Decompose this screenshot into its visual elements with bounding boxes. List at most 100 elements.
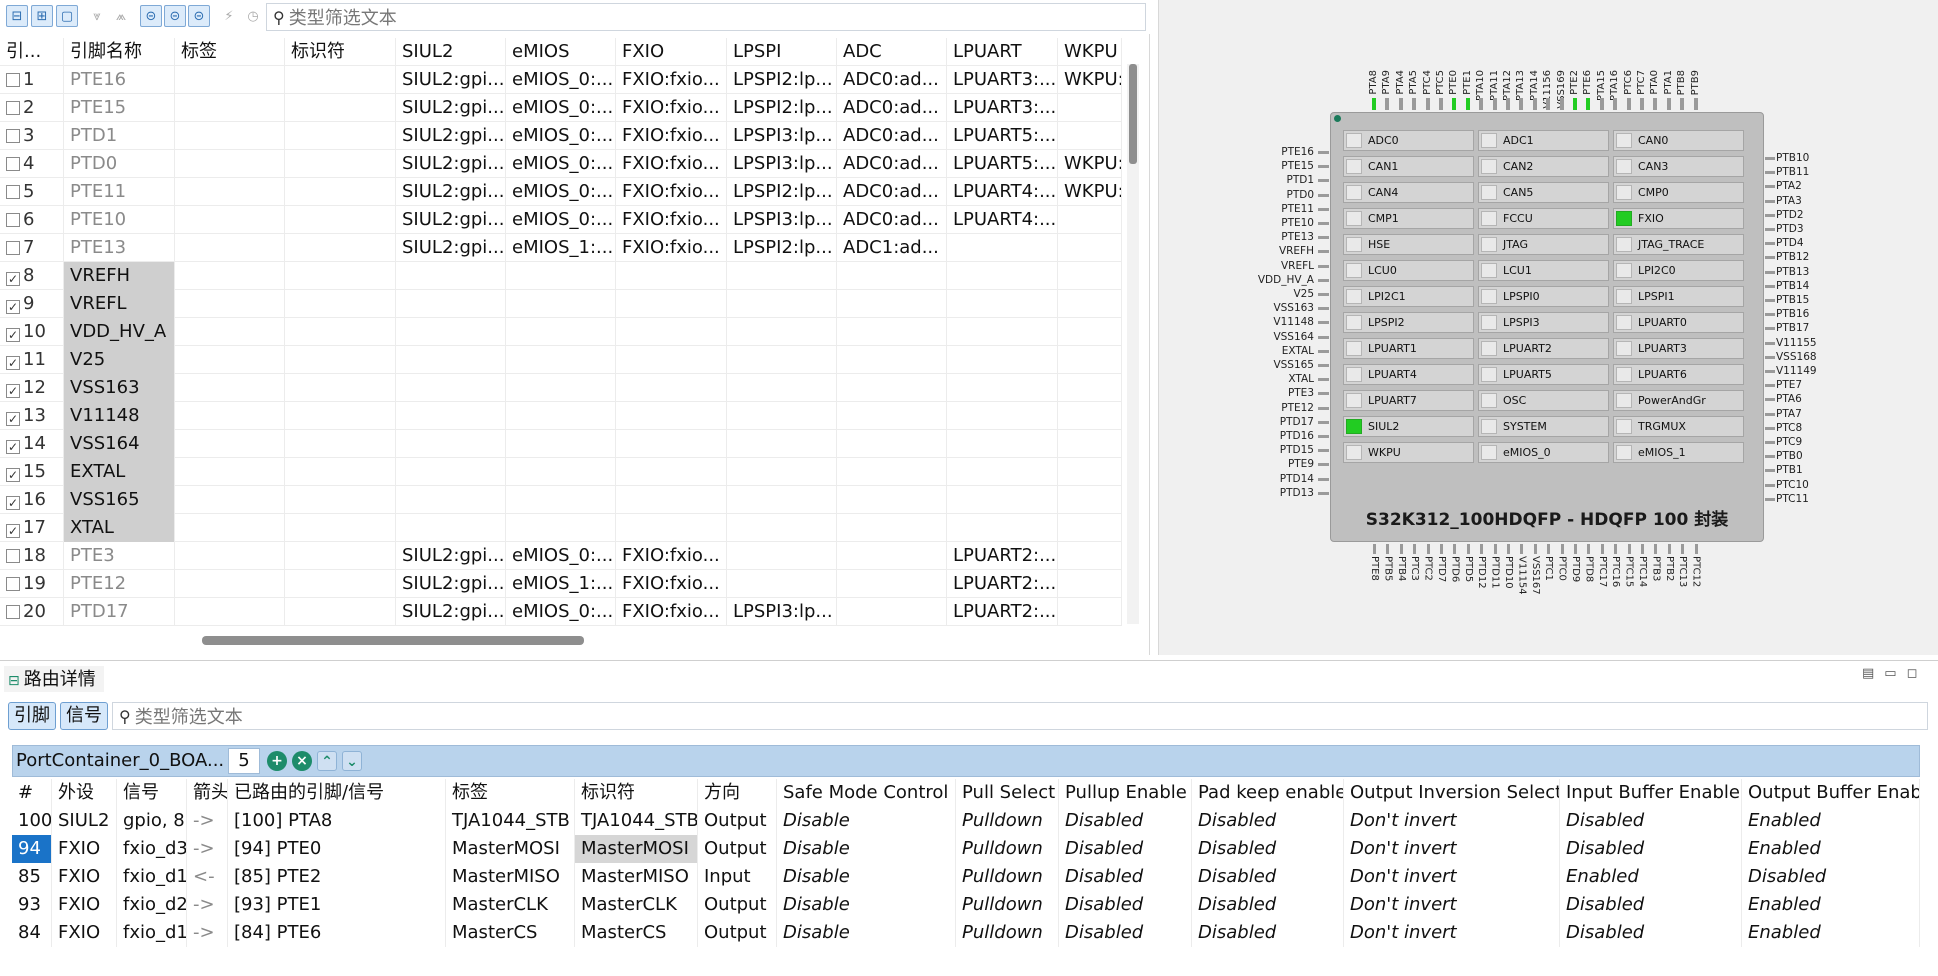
pin-name-cell[interactable]: XTAL: [64, 514, 175, 542]
left-pin[interactable]: [1318, 151, 1329, 154]
route-ident-cell[interactable]: MasterCLK: [575, 891, 698, 919]
pin-label-cell[interactable]: [175, 290, 285, 318]
pin-adc-cell[interactable]: ADC0:ad...: [837, 94, 947, 122]
route-num-cell[interactable]: 100: [12, 807, 52, 835]
bottom-pin[interactable]: [1681, 544, 1685, 554]
top-pin[interactable]: [1385, 98, 1390, 110]
pin-identifier-cell[interactable]: [285, 178, 396, 206]
route-dir-cell[interactable]: Input: [698, 863, 777, 891]
peripheral-cmp0[interactable]: CMP0: [1613, 182, 1744, 203]
pin-wkpu-cell[interactable]: [1058, 290, 1122, 318]
pin-emios-cell[interactable]: [506, 430, 616, 458]
left-pin[interactable]: [1318, 406, 1329, 410]
peripheral-jtag-trace[interactable]: JTAG_TRACE: [1613, 234, 1744, 255]
pin-adc-cell[interactable]: [837, 486, 947, 514]
route-icon[interactable]: ⩔: [86, 5, 108, 27]
pin-emios-cell[interactable]: eMIOS_0:...: [506, 206, 616, 234]
bottom-pin[interactable]: [1373, 544, 1376, 554]
right-pin[interactable]: [1765, 242, 1775, 246]
left-pin[interactable]: [1318, 293, 1329, 296]
route-safe-cell[interactable]: Disable: [777, 891, 956, 919]
route-column-header[interactable]: Input Buffer Enable: [1560, 779, 1742, 807]
pin-table-row[interactable]: 4 PTD0 SIUL2:gpi... eMIOS_0:... FXIO:fxio...…: [0, 150, 1122, 178]
route-periph-cell[interactable]: FXIO: [52, 891, 117, 919]
pin-identifier-cell[interactable]: [285, 94, 396, 122]
pin-lpspi-cell[interactable]: LPSPI2:lp...: [727, 178, 837, 206]
route-pin-cell[interactable]: [93] PTE1: [228, 891, 446, 919]
bottom-pin[interactable]: [1399, 544, 1403, 554]
pin-lpspi-cell[interactable]: [727, 430, 837, 458]
peripheral-enable-indicator[interactable]: [1616, 315, 1632, 330]
pin-emios-cell[interactable]: [506, 346, 616, 374]
peripheral-lpspi1[interactable]: LPSPI1: [1613, 286, 1744, 307]
route-column-header[interactable]: 信号: [117, 779, 187, 807]
peripheral-can4[interactable]: CAN4: [1343, 182, 1474, 203]
pin-lpuart-cell[interactable]: LPUART2:...: [947, 570, 1058, 598]
port-container-count[interactable]: 5: [228, 748, 260, 774]
left-pin[interactable]: [1318, 179, 1329, 183]
pin-number-cell[interactable]: 7: [0, 234, 64, 262]
pin-table-row[interactable]: ✓ 8 VREFH: [0, 262, 1122, 290]
peripheral-enable-indicator[interactable]: [1481, 419, 1497, 434]
pin-wkpu-cell[interactable]: [1058, 430, 1122, 458]
pin-emios-cell[interactable]: eMIOS_0:...: [506, 542, 616, 570]
pin-wkpu-cell[interactable]: [1058, 206, 1122, 234]
pin-checkbox[interactable]: [6, 241, 20, 255]
move-up-icon[interactable]: ⌃: [317, 751, 337, 771]
left-pin[interactable]: [1318, 435, 1329, 438]
pin-label-cell[interactable]: [175, 234, 285, 262]
pin-label-cell[interactable]: [175, 122, 285, 150]
pin-table-row[interactable]: ✓ 14 VSS164: [0, 430, 1122, 458]
pin-adc-cell[interactable]: [837, 542, 947, 570]
pin-name-cell[interactable]: V25: [64, 346, 175, 374]
pin-name-cell[interactable]: PTE15: [64, 94, 175, 122]
peripheral-enable-indicator[interactable]: [1616, 133, 1632, 148]
peripheral-enable-indicator[interactable]: [1346, 419, 1362, 434]
peripheral-enable-indicator[interactable]: [1346, 159, 1362, 174]
pin-column-header[interactable]: SIUL2: [396, 38, 506, 66]
route-pin-cell[interactable]: [100] PTA8: [228, 807, 446, 835]
peripheral-enable-indicator[interactable]: [1616, 211, 1632, 226]
top-pin[interactable]: [1640, 98, 1644, 110]
peripheral-enable-indicator[interactable]: [1616, 159, 1632, 174]
pin-lpspi-cell[interactable]: LPSPI3:lp...: [727, 598, 837, 626]
pin-adc-cell[interactable]: ADC0:ad...: [837, 122, 947, 150]
peripheral-enable-indicator[interactable]: [1346, 341, 1362, 356]
pin-identifier-cell[interactable]: [285, 514, 396, 542]
pin-wkpu-cell[interactable]: WKPU:: [1058, 150, 1122, 178]
filter-routed-icon[interactable]: ⊝: [188, 5, 210, 27]
pin-number-cell[interactable]: 2: [0, 94, 64, 122]
route-padkeep-cell[interactable]: Disabled: [1192, 919, 1344, 947]
peripheral-lcu0[interactable]: LCU0: [1343, 260, 1474, 281]
pin-lpspi-cell[interactable]: [727, 290, 837, 318]
pin-number-cell[interactable]: 4: [0, 150, 64, 178]
pin-name-cell[interactable]: PTE13: [64, 234, 175, 262]
route-column-header[interactable]: Pullup Enable: [1059, 779, 1192, 807]
pin-table-row[interactable]: 18 PTE3 SIUL2:gpi... eMIOS_0:... FXIO:fxio..…: [0, 542, 1122, 570]
bottom-pin[interactable]: [1426, 544, 1430, 554]
pin-table-row[interactable]: ✓ 15 EXTAL: [0, 458, 1122, 486]
pin-number-cell[interactable]: 1: [0, 66, 64, 94]
pin-siul2-cell[interactable]: [396, 430, 506, 458]
pin-lpspi-cell[interactable]: [727, 514, 837, 542]
pin-table-row[interactable]: 19 PTE12 SIUL2:gpi... eMIOS_1:... FXIO:fxio.…: [0, 570, 1122, 598]
pin-table-row[interactable]: ✓ 10 VDD_HV_A: [0, 318, 1122, 346]
pin-lpspi-cell[interactable]: LPSPI3:lp...: [727, 206, 837, 234]
column-layout-icon[interactable]: ▢: [56, 5, 78, 27]
peripheral-emios-0[interactable]: eMIOS_0: [1478, 442, 1609, 463]
left-pin[interactable]: [1318, 250, 1329, 254]
pin-fxio-cell[interactable]: [616, 346, 727, 374]
route-label-cell[interactable]: MasterCLK: [446, 891, 575, 919]
route-dir-cell[interactable]: Output: [698, 835, 777, 863]
pin-column-header[interactable]: eMIOS: [506, 38, 616, 66]
top-pin[interactable]: [1693, 98, 1698, 110]
pin-wkpu-cell[interactable]: [1058, 486, 1122, 514]
pin-lpuart-cell[interactable]: LPUART2:...: [947, 542, 1058, 570]
route-column-header[interactable]: Output Inversion Select: [1344, 779, 1560, 807]
pin-fxio-cell[interactable]: FXIO:fxio...: [616, 234, 727, 262]
pin-lpspi-cell[interactable]: [727, 346, 837, 374]
pin-column-header[interactable]: 标识符: [285, 38, 396, 66]
pin-fxio-cell[interactable]: [616, 486, 727, 514]
pin-label-cell[interactable]: [175, 598, 285, 626]
route-ident-cell[interactable]: MasterMISO: [575, 863, 698, 891]
